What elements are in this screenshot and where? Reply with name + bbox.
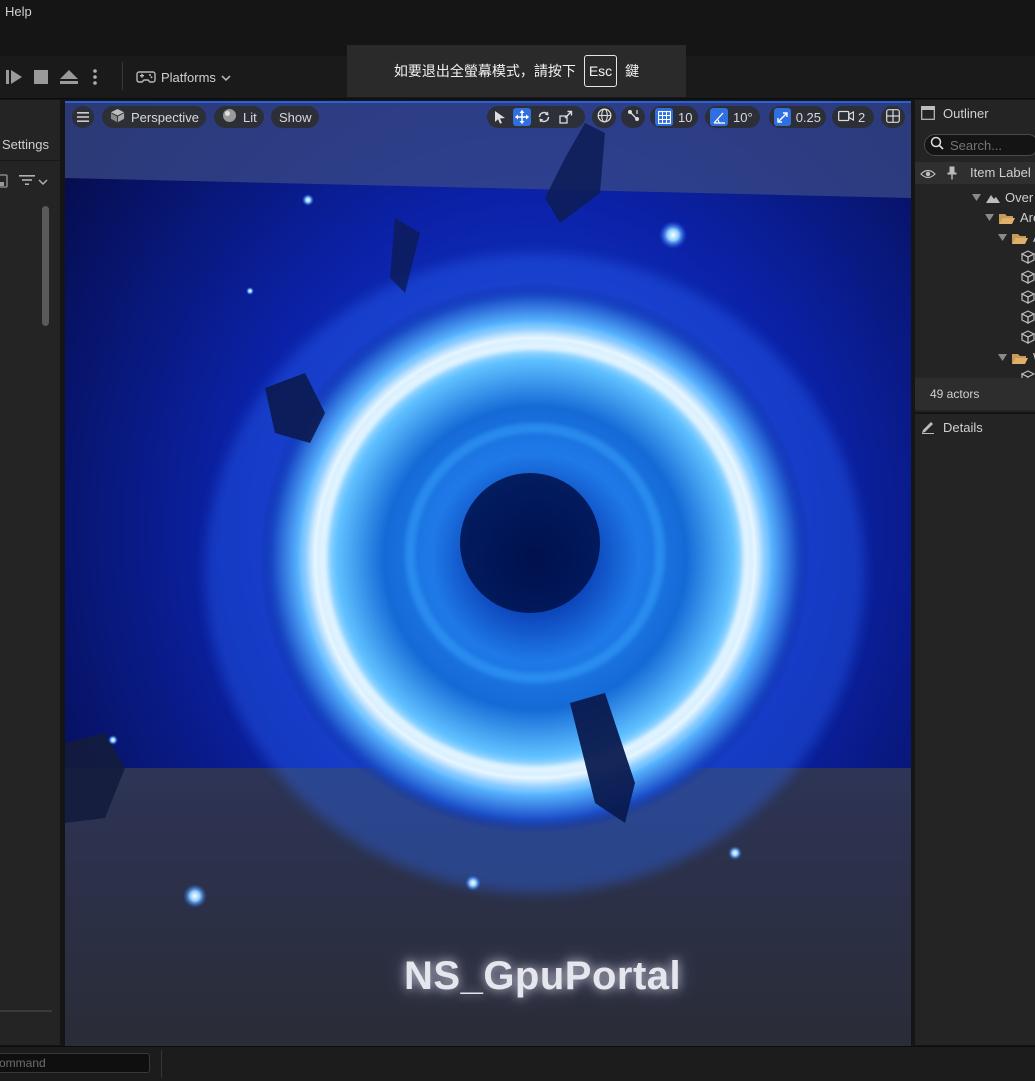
item-label-column-header[interactable]: Item Label — [970, 165, 1031, 180]
show-label: Show — [279, 109, 312, 125]
pin-icon[interactable] — [947, 166, 957, 185]
fullscreen-exit-notice: 如要退出全螢幕模式，請按下 Esc 鍵 — [347, 45, 686, 97]
folder-open-icon — [999, 213, 1015, 224]
platforms-label: Platforms — [161, 69, 216, 85]
esc-key-badge: Esc — [583, 55, 618, 87]
tree-item-folder[interactable]: Are — [985, 210, 1035, 225]
expand-arrow-icon — [998, 354, 1007, 361]
notice-text: 如要退出全螢幕模式，請按下 — [393, 63, 576, 79]
tree-item-overview[interactable]: Over — [972, 190, 1033, 205]
rotation-snap-control[interactable]: 10° — [705, 106, 760, 128]
select-arrow-icon[interactable] — [491, 108, 509, 126]
landscape-icon — [986, 194, 1000, 203]
surface-snap-button[interactable] — [621, 106, 645, 128]
details-tab-title[interactable]: Details — [943, 420, 983, 435]
scale-icon[interactable] — [557, 108, 575, 126]
eject-icon[interactable] — [58, 66, 80, 88]
perspective-dropdown[interactable]: Perspective — [102, 106, 206, 128]
filter-icon — [19, 173, 35, 191]
level-viewport[interactable] — [65, 101, 911, 1047]
grid-snap-control[interactable]: 10 — [650, 106, 698, 128]
expand-arrow-icon — [972, 194, 981, 201]
visibility-eye-icon[interactable] — [920, 167, 936, 185]
hamburger-icon — [77, 112, 89, 122]
static-mesh-icon[interactable] — [1020, 330, 1035, 349]
world-space-button[interactable] — [592, 106, 616, 128]
expand-arrow-icon — [998, 234, 1007, 241]
camera-icon — [838, 110, 855, 125]
chevron-down-icon — [221, 70, 231, 85]
translate-icon[interactable] — [513, 108, 531, 126]
outliner-search-field[interactable] — [924, 134, 1035, 156]
lit-sphere-icon — [222, 108, 237, 126]
static-mesh-icon[interactable] — [1020, 270, 1035, 289]
left-settings-panel — [0, 100, 60, 1045]
settings-tab-label: Settings — [2, 137, 49, 152]
expand-arrow-icon — [985, 214, 994, 221]
outliner-tab-title[interactable]: Outliner — [943, 106, 989, 121]
menu-help[interactable]: Help — [5, 4, 32, 19]
play-icon[interactable] — [4, 66, 24, 88]
folder-open-icon — [1012, 233, 1028, 244]
scale-snap-control[interactable]: 0.25 — [769, 106, 826, 128]
grid-snap-icon — [655, 108, 673, 126]
details-pencil-icon — [921, 420, 935, 439]
grid-snap-value: 10 — [678, 109, 693, 125]
rotate-icon[interactable] — [535, 108, 553, 126]
camera-speed-control[interactable]: 2 — [832, 106, 874, 128]
left-panel-scrollbar[interactable] — [42, 206, 49, 326]
filter-dropdown[interactable] — [19, 175, 51, 189]
cube-icon — [110, 108, 125, 126]
static-mesh-icon[interactable] — [1021, 370, 1035, 378]
status-divider — [161, 1050, 162, 1078]
show-dropdown[interactable]: Show — [271, 106, 319, 128]
angle-snap-icon — [710, 108, 728, 126]
static-mesh-icon[interactable] — [1020, 290, 1035, 309]
console-command-input[interactable]: ommand — [0, 1053, 150, 1073]
transform-tools-group — [487, 106, 585, 128]
tree-item-subfolder[interactable]: A — [998, 230, 1035, 245]
tree-item-label: Over — [1005, 190, 1034, 205]
camera-speed-value: 2 — [858, 109, 866, 125]
chevron-down-icon — [38, 173, 48, 191]
rotation-snap-value: 10° — [733, 109, 753, 125]
lit-label: Lit — [243, 109, 257, 125]
tree-item-folder-w[interactable]: W — [998, 350, 1035, 365]
toolbar-divider — [122, 62, 123, 90]
left-panel-divider — [0, 1010, 52, 1012]
static-mesh-icon[interactable] — [1020, 250, 1035, 269]
viewport-menu-button[interactable] — [72, 106, 94, 128]
static-mesh-icon[interactable] — [1020, 310, 1035, 329]
actor-count: 49 actors — [930, 387, 980, 401]
surface-snap-icon — [626, 108, 641, 126]
actor-name-overlay: NS_GpuPortal — [404, 954, 682, 998]
panel-splitter[interactable] — [915, 412, 1035, 414]
lit-dropdown[interactable]: Lit — [214, 106, 264, 128]
gamepad-icon — [136, 68, 156, 87]
viewport-layout-button[interactable] — [881, 106, 905, 128]
layout-grid-icon — [886, 108, 900, 126]
portal-scene — [65, 103, 911, 1047]
more-options-icon[interactable] — [88, 66, 102, 88]
save-icon[interactable] — [0, 174, 8, 188]
search-icon — [930, 136, 944, 155]
tree-item-label: Are — [1020, 210, 1035, 225]
notice-text-suffix: 鍵 — [625, 63, 640, 79]
folder-open-icon — [1012, 353, 1028, 364]
platforms-button[interactable]: Platforms — [136, 65, 231, 89]
outliner-icon — [921, 106, 935, 125]
scale-snap-icon — [774, 108, 791, 126]
stop-icon[interactable] — [31, 66, 51, 88]
bottom-status-bar — [0, 1046, 1035, 1081]
search-input[interactable] — [950, 137, 1030, 153]
perspective-label: Perspective — [131, 109, 199, 125]
globe-icon — [597, 108, 612, 126]
scale-snap-value: 0.25 — [795, 109, 821, 125]
